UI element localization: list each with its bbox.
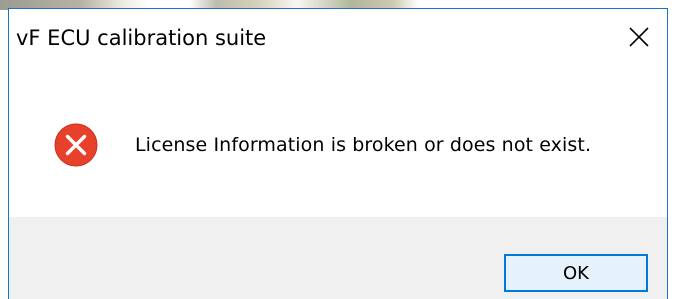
close-icon bbox=[629, 27, 649, 47]
close-button[interactable] bbox=[613, 9, 667, 65]
button-bar: OK bbox=[9, 217, 667, 299]
error-message: License Information is broken or does no… bbox=[135, 134, 592, 156]
message-dialog: vF ECU calibration suite License Informa… bbox=[8, 8, 668, 299]
dialog-title: vF ECU calibration suite bbox=[16, 26, 267, 50]
error-icon bbox=[54, 123, 98, 167]
ok-button[interactable]: OK bbox=[504, 254, 648, 292]
dialog-content: License Information is broken or does no… bbox=[9, 65, 667, 217]
screen: vF ECU calibration suite License Informa… bbox=[0, 0, 676, 299]
title-bar: vF ECU calibration suite bbox=[9, 9, 667, 65]
